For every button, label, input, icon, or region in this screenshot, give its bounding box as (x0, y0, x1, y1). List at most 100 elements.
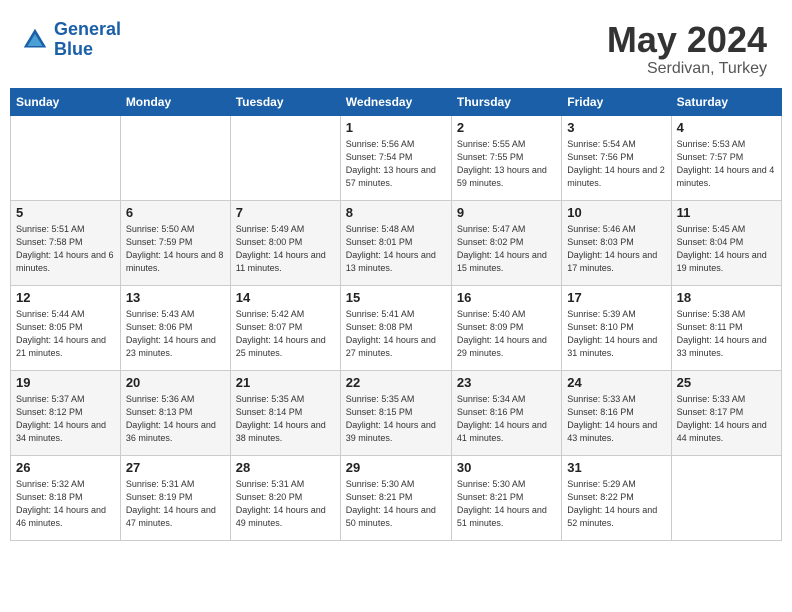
table-row: 27Sunrise: 5:31 AMSunset: 8:19 PMDayligh… (120, 455, 230, 540)
day-info: Sunrise: 5:41 AMSunset: 8:08 PMDaylight:… (346, 308, 446, 360)
day-number: 5 (16, 205, 115, 220)
table-row: 25 Sunrise: 5:33 AMSunset: 8:17 PMDayligh… (671, 370, 781, 455)
day-number: 28 (236, 460, 335, 475)
day-number: 25 (677, 375, 776, 390)
day-info: Sunrise: 5:55 AMSunset: 7:55 PMDaylight:… (457, 138, 556, 190)
day-info: Sunrise: 5:40 AMSunset: 8:09 PMDaylight:… (457, 308, 556, 360)
day-info: Sunrise: 5:33 AMSunset: 8:16 PMDaylight:… (567, 393, 665, 445)
table-row: 31 Sunrise: 5:29 AMSunset: 8:22 PMDayligh… (562, 455, 671, 540)
day-info: Sunrise: 5:43 AMSunset: 8:06 PMDaylight:… (126, 308, 225, 360)
day-number: 1 (346, 120, 446, 135)
table-row: 16 Sunrise: 5:40 AMSunset: 8:09 PMDayligh… (451, 285, 561, 370)
table-row: 3Sunrise: 5:54 AMSunset: 7:56 PMDaylight… (562, 115, 671, 200)
day-number: 29 (346, 460, 446, 475)
day-info: Sunrise: 5:36 AMSunset: 8:13 PMDaylight:… (126, 393, 225, 445)
calendar-week-row: 5 Sunrise: 5:51 AMSunset: 7:58 PMDaylight… (11, 200, 782, 285)
day-info: Sunrise: 5:29 AMSunset: 8:22 PMDaylight:… (567, 478, 665, 530)
day-number: 24 (567, 375, 665, 390)
day-number: 26 (16, 460, 115, 475)
day-info: Sunrise: 5:37 AMSunset: 8:12 PMDaylight:… (16, 393, 115, 445)
day-number: 30 (457, 460, 556, 475)
day-number: 18 (677, 290, 776, 305)
day-number: 31 (567, 460, 665, 475)
day-number: 2 (457, 120, 556, 135)
col-wednesday: Wednesday (340, 88, 451, 115)
table-row: 14 Sunrise: 5:42 AMSunset: 8:07 PMDayligh… (230, 285, 340, 370)
table-row: 20 Sunrise: 5:36 AMSunset: 8:13 PMDayligh… (120, 370, 230, 455)
table-row: 19 Sunrise: 5:37 AMSunset: 8:12 PMDayligh… (11, 370, 121, 455)
table-row: 10 Sunrise: 5:46 AMSunset: 8:03 PMDayligh… (562, 200, 671, 285)
day-number: 17 (567, 290, 665, 305)
calendar-week-row: 12Sunrise: 5:44 AMSunset: 8:05 PMDayligh… (11, 285, 782, 370)
day-number: 7 (236, 205, 335, 220)
day-info: Sunrise: 5:35 AMSunset: 8:15 PMDaylight:… (346, 393, 446, 445)
calendar-table: Sunday Monday Tuesday Wednesday Thursday… (10, 88, 782, 541)
col-thursday: Thursday (451, 88, 561, 115)
day-info: Sunrise: 5:30 AMSunset: 8:21 PMDaylight:… (457, 478, 556, 530)
day-number: 22 (346, 375, 446, 390)
day-number: 15 (346, 290, 446, 305)
day-number: 9 (457, 205, 556, 220)
table-row: 6 Sunrise: 5:50 AMSunset: 7:59 PMDaylight… (120, 200, 230, 285)
table-row: 23 Sunrise: 5:34 AMSunset: 8:16 PMDayligh… (451, 370, 561, 455)
col-sunday: Sunday (11, 88, 121, 115)
table-row: 11 Sunrise: 5:45 AMSunset: 8:04 PMDayligh… (671, 200, 781, 285)
table-row: 4Sunrise: 5:53 AMSunset: 7:57 PMDaylight… (671, 115, 781, 200)
day-info: Sunrise: 5:46 AMSunset: 8:03 PMDaylight:… (567, 223, 665, 275)
table-row: 9 Sunrise: 5:47 AMSunset: 8:02 PMDaylight… (451, 200, 561, 285)
logo-line1: General (54, 19, 121, 39)
day-info: Sunrise: 5:51 AMSunset: 7:58 PMDaylight:… (16, 223, 115, 275)
day-number: 6 (126, 205, 225, 220)
day-number: 3 (567, 120, 665, 135)
day-number: 20 (126, 375, 225, 390)
day-info: Sunrise: 5:56 AMSunset: 7:54 PMDaylight:… (346, 138, 446, 190)
day-info: Sunrise: 5:33 AMSunset: 8:17 PMDaylight:… (677, 393, 776, 445)
day-number: 14 (236, 290, 335, 305)
location: Serdivan, Turkey (607, 60, 767, 78)
table-row: 30 Sunrise: 5:30 AMSunset: 8:21 PMDayligh… (451, 455, 561, 540)
day-number: 21 (236, 375, 335, 390)
table-row: 1 Sunrise: 5:56 AMSunset: 7:54 PMDaylight… (340, 115, 451, 200)
table-row: 29 Sunrise: 5:30 AMSunset: 8:21 PMDayligh… (340, 455, 451, 540)
table-row: 8 Sunrise: 5:48 AMSunset: 8:01 PMDaylight… (340, 200, 451, 285)
day-info: Sunrise: 5:31 AMSunset: 8:20 PMDaylight:… (236, 478, 335, 530)
table-row: 17 Sunrise: 5:39 AMSunset: 8:10 PMDayligh… (562, 285, 671, 370)
day-info: Sunrise: 5:47 AMSunset: 8:02 PMDaylight:… (457, 223, 556, 275)
calendar-week-row: 1 Sunrise: 5:56 AMSunset: 7:54 PMDaylight… (11, 115, 782, 200)
title-block: May 2024 Serdivan, Turkey (607, 20, 767, 78)
day-info: Sunrise: 5:34 AMSunset: 8:16 PMDaylight:… (457, 393, 556, 445)
day-number: 23 (457, 375, 556, 390)
day-number: 11 (677, 205, 776, 220)
day-info: Sunrise: 5:44 AMSunset: 8:05 PMDaylight:… (16, 308, 115, 360)
logo-line2: Blue (54, 39, 93, 59)
col-friday: Friday (562, 88, 671, 115)
day-number: 8 (346, 205, 446, 220)
day-number: 19 (16, 375, 115, 390)
table-row: 7 Sunrise: 5:49 AMSunset: 8:00 PMDaylight… (230, 200, 340, 285)
logo-icon (20, 25, 50, 55)
day-info: Sunrise: 5:30 AMSunset: 8:21 PMDaylight:… (346, 478, 446, 530)
day-info: Sunrise: 5:50 AMSunset: 7:59 PMDaylight:… (126, 223, 225, 275)
day-info: Sunrise: 5:35 AMSunset: 8:14 PMDaylight:… (236, 393, 335, 445)
day-info: Sunrise: 5:42 AMSunset: 8:07 PMDaylight:… (236, 308, 335, 360)
page-header: General Blue May 2024 Serdivan, Turkey (10, 10, 782, 88)
col-saturday: Saturday (671, 88, 781, 115)
day-info: Sunrise: 5:53 AMSunset: 7:57 PMDaylight:… (677, 138, 776, 190)
day-info: Sunrise: 5:32 AMSunset: 8:18 PMDaylight:… (16, 478, 115, 530)
table-row (11, 115, 121, 200)
day-number: 16 (457, 290, 556, 305)
table-row: 15 Sunrise: 5:41 AMSunset: 8:08 PMDayligh… (340, 285, 451, 370)
day-info: Sunrise: 5:39 AMSunset: 8:10 PMDaylight:… (567, 308, 665, 360)
table-row: 22 Sunrise: 5:35 AMSunset: 8:15 PMDayligh… (340, 370, 451, 455)
day-info: Sunrise: 5:45 AMSunset: 8:04 PMDaylight:… (677, 223, 776, 275)
day-number: 27 (126, 460, 225, 475)
day-number: 10 (567, 205, 665, 220)
col-tuesday: Tuesday (230, 88, 340, 115)
month-title: May 2024 (607, 20, 767, 60)
table-row: 5 Sunrise: 5:51 AMSunset: 7:58 PMDaylight… (11, 200, 121, 285)
table-row: 26 Sunrise: 5:32 AMSunset: 8:18 PMDayligh… (11, 455, 121, 540)
col-monday: Monday (120, 88, 230, 115)
day-info: Sunrise: 5:48 AMSunset: 8:01 PMDaylight:… (346, 223, 446, 275)
day-info: Sunrise: 5:49 AMSunset: 8:00 PMDaylight:… (236, 223, 335, 275)
table-row (671, 455, 781, 540)
